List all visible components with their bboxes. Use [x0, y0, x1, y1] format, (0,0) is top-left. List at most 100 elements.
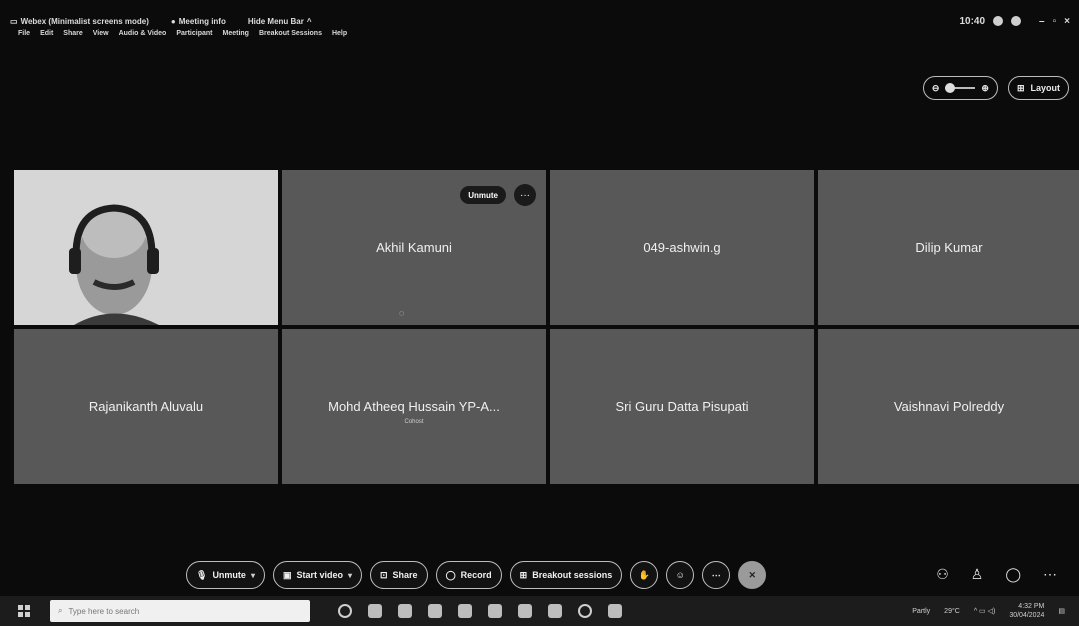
meeting-timer: 10:40	[959, 15, 986, 27]
microphone-muted-icon: 🎙	[196, 569, 208, 580]
participant-name: Dilip Kumar	[915, 240, 983, 255]
webex-icon: ▭	[10, 16, 18, 26]
record-icon: ◯	[445, 569, 456, 580]
grid-icon: ⊞	[1016, 82, 1025, 93]
more-options-button[interactable]: ⋯	[702, 561, 731, 589]
settings-icon[interactable]	[1011, 16, 1022, 26]
participant-name: Sri Guru Datta Pisupati	[615, 399, 749, 414]
camera-off-icon: ▣	[282, 569, 292, 580]
info-icon: ●	[170, 16, 176, 26]
menu-bar: File Edit Share View Audio & Video Parti…	[18, 30, 347, 37]
chrome-icon[interactable]	[578, 604, 592, 618]
status-icon[interactable]	[993, 16, 1004, 26]
more-options-button[interactable]: ···	[514, 184, 536, 206]
participant-tile[interactable]: Unmute ··· Akhil Kamuni ◌	[282, 170, 546, 325]
tile-unmute-button[interactable]: Unmute	[460, 186, 506, 204]
chat-icon[interactable]: ◯	[1005, 566, 1021, 583]
temperature[interactable]: 29°C	[944, 608, 960, 615]
close-icon[interactable]: ×	[1064, 16, 1070, 27]
menu-view[interactable]: View	[93, 30, 109, 37]
participant-name: 049-ashwin.g	[643, 240, 721, 255]
task-view-icon[interactable]	[368, 604, 382, 618]
reactions-button[interactable]: ☺	[666, 561, 695, 589]
layout-button[interactable]: ⊞ Layout	[1007, 76, 1069, 100]
participant-tile[interactable]: Sri Guru Datta Pisupati	[550, 329, 814, 484]
meeting-controls: 🎙 Unmute ▾ ▣ Start video ▾ ⊡ Share ◯ Rec…	[186, 560, 767, 590]
menu-breakout-sessions[interactable]: Breakout Sessions	[259, 30, 322, 37]
explorer-icon[interactable]	[458, 604, 472, 618]
more-vertical-icon[interactable]: ⋯	[1043, 566, 1057, 583]
menu-share[interactable]: Share	[63, 30, 82, 37]
participant-grid: Unmute ··· Akhil Kamuni ◌ 049-ashwin.g D…	[14, 170, 1079, 486]
menu-help[interactable]: Help	[332, 30, 347, 37]
menu-edit[interactable]: Edit	[40, 30, 53, 37]
clock[interactable]: 4:32 PM 30/04/2024	[1009, 602, 1044, 620]
cursor-icon: ◌	[399, 308, 405, 318]
people-icon[interactable]: ♙	[971, 566, 984, 583]
hide-menu-bar-button[interactable]: Hide Menu Bar ^	[248, 17, 312, 26]
share-icon: ⊡	[380, 569, 388, 580]
mail-icon[interactable]	[488, 604, 502, 618]
participant-name: Mohd Atheeq Hussain YP-A...	[328, 399, 500, 414]
slider-thumb[interactable]	[945, 83, 956, 93]
chevron-down-icon[interactable]: ▾	[251, 571, 255, 580]
close-icon: ✕	[748, 569, 757, 580]
hand-icon: ✋	[638, 569, 650, 580]
record-button[interactable]: ◯ Record	[435, 561, 502, 589]
cohost-label: Cohost	[404, 419, 424, 425]
participant-name: Akhil Kamuni	[376, 240, 452, 255]
notifications-icon[interactable]: ▤	[1058, 607, 1065, 615]
toolbar-right: ⚇ ♙ ◯ ⋯	[936, 566, 1057, 583]
store-icon[interactable]	[428, 604, 442, 618]
menu-file[interactable]: File	[18, 30, 30, 37]
slider-track[interactable]	[945, 83, 976, 93]
windows-taskbar: ⌕ Type here to search Partly 29°C ^ ▭ ◁)…	[0, 596, 1079, 626]
raise-hand-button[interactable]: ✋	[630, 561, 659, 589]
minimize-icon[interactable]: –	[1039, 16, 1045, 27]
zoom-slider[interactable]: ⊖ ⊕	[922, 76, 998, 100]
app-title: ▭ Webex (Minimalist screens mode)	[10, 16, 149, 26]
zoom-out-icon[interactable]: ⊖	[932, 83, 940, 94]
more-icon: ⋯	[711, 569, 721, 580]
menu-audio-video[interactable]: Audio & Video	[119, 30, 167, 37]
leave-meeting-button[interactable]: ✕	[738, 561, 767, 589]
start-video-button[interactable]: ▣ Start video ▾	[272, 561, 362, 589]
windows-start-icon[interactable]	[18, 605, 30, 617]
chevron-down-icon[interactable]: ▾	[348, 571, 352, 580]
smile-icon: ☺	[675, 570, 685, 580]
participant-name: Vaishnavi Polreddy	[893, 399, 1005, 414]
meeting-info-button[interactable]: ● Meeting info	[171, 17, 226, 26]
app-icon[interactable]	[548, 604, 562, 618]
participant-tile[interactable]: Rajanikanth Aluvalu	[14, 329, 278, 484]
taskbar-apps	[338, 604, 622, 618]
menu-meeting[interactable]: Meeting	[223, 30, 249, 37]
webex-taskbar-icon[interactable]	[608, 604, 622, 618]
taskbar-search-input[interactable]: ⌕ Type here to search	[50, 600, 310, 622]
tray-icons[interactable]: ^ ▭ ◁)	[974, 607, 996, 615]
breakout-icon: ⊞	[519, 569, 528, 580]
participant-tile[interactable]: Dilip Kumar	[818, 170, 1079, 325]
weather-label[interactable]: Partly	[912, 608, 930, 615]
menu-participant[interactable]: Participant	[176, 30, 212, 37]
breakout-sessions-button[interactable]: ⊞ Breakout sessions	[509, 561, 623, 589]
zoom-in-icon[interactable]: ⊕	[981, 83, 989, 94]
layout-controls: ⊖ ⊕ ⊞ Layout	[922, 76, 1069, 100]
participants-icon[interactable]: ⚇	[936, 566, 949, 583]
participant-name: Rajanikanth Aluvalu	[88, 399, 204, 414]
maximize-icon[interactable]: ▫	[1053, 16, 1057, 27]
participant-tile[interactable]: Mohd Atheeq Hussain YP-A... Cohost	[282, 329, 546, 484]
participant-tile[interactable]: Vaishnavi Polreddy	[818, 329, 1079, 484]
chevron-up-icon: ^	[306, 16, 312, 26]
title-bar: ▭ Webex (Minimalist screens mode) ● Meet…	[10, 10, 1070, 32]
system-tray: Partly 29°C ^ ▭ ◁) 4:32 PM 30/04/2024 ▤	[912, 602, 1065, 620]
edge-icon[interactable]	[398, 604, 412, 618]
unmute-button[interactable]: 🎙 Unmute ▾	[186, 561, 265, 589]
participant-video	[14, 170, 278, 325]
app-icon[interactable]	[518, 604, 532, 618]
participant-tile[interactable]: 049-ashwin.g	[550, 170, 814, 325]
video-tile-self[interactable]	[14, 170, 278, 325]
share-button[interactable]: ⊡ Share	[370, 561, 428, 589]
tile-controls: Unmute ···	[460, 184, 536, 206]
search-icon: ⌕	[58, 606, 63, 615]
cortana-icon[interactable]	[338, 604, 352, 618]
